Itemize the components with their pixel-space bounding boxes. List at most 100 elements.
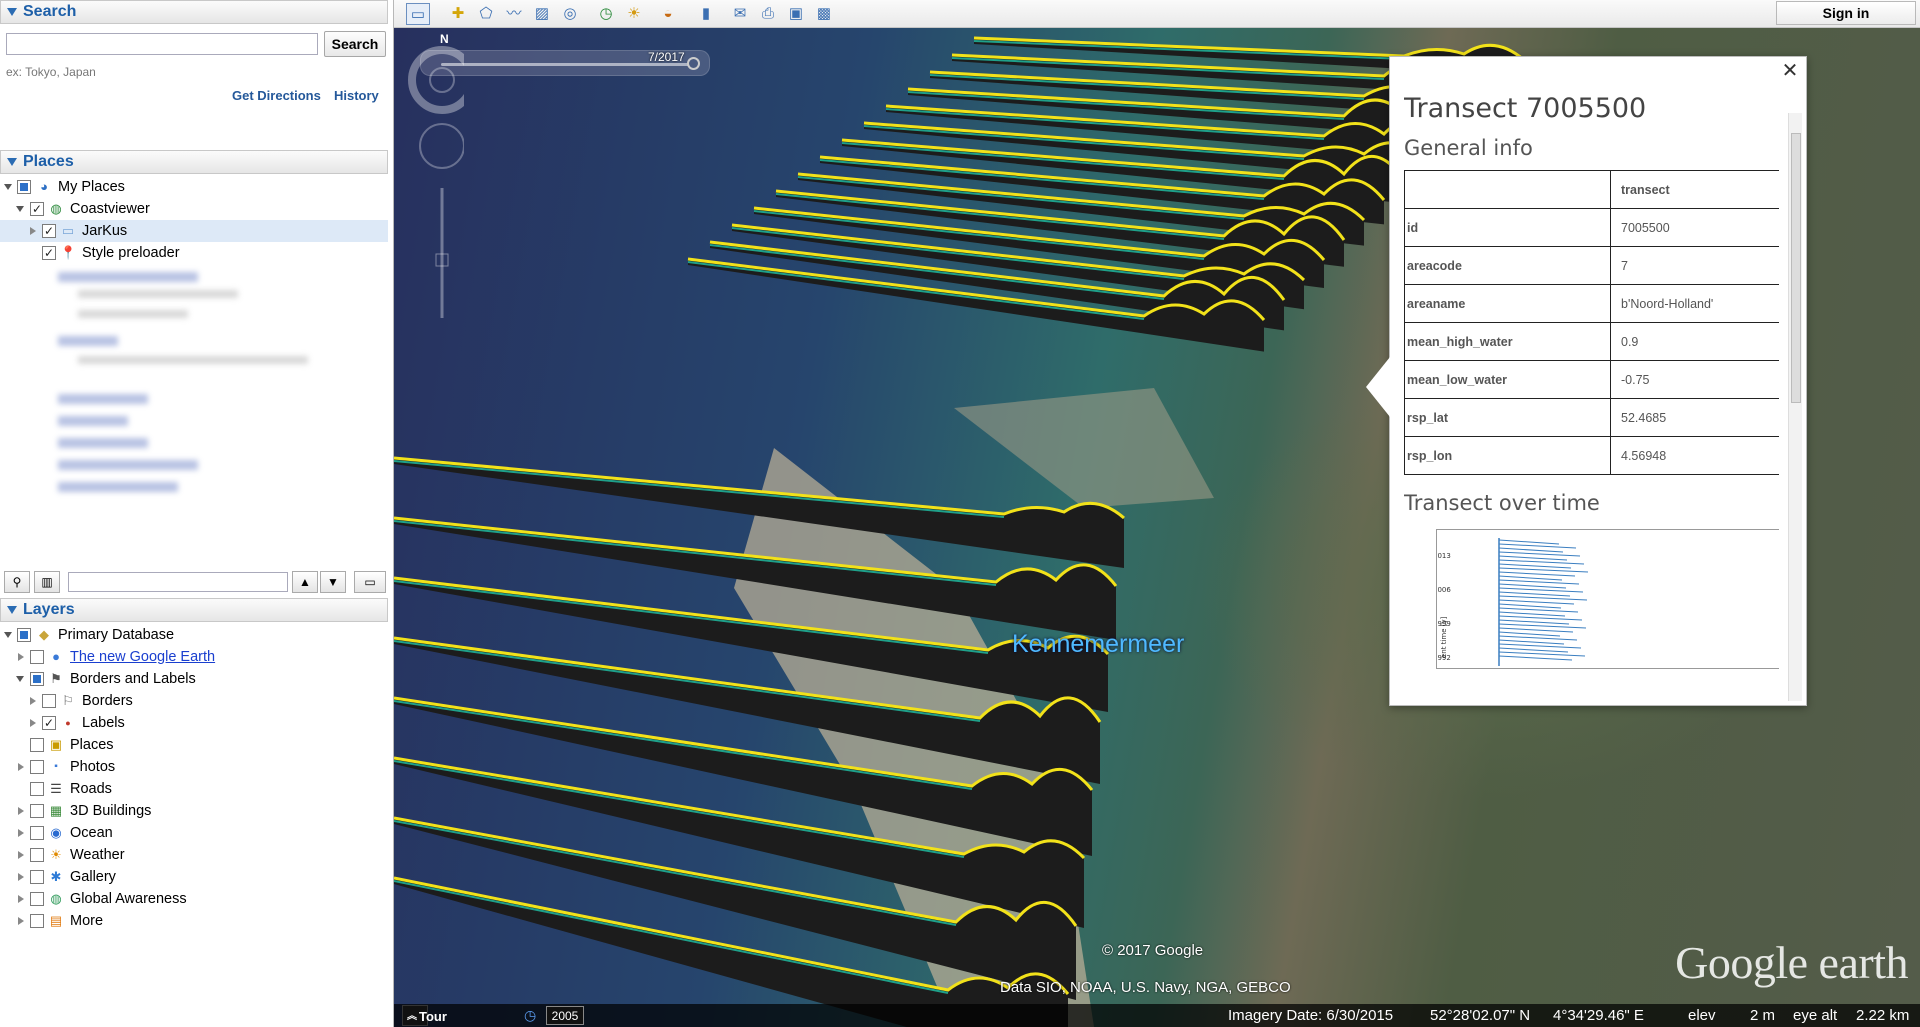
tour-guide-button[interactable]: ︽ Tour Guide [402, 1005, 447, 1026]
expand-icon[interactable] [18, 763, 24, 771]
add-path-button[interactable]: 〰 [502, 3, 526, 25]
checkbox[interactable] [30, 870, 44, 884]
checkbox[interactable] [30, 650, 44, 664]
look-joystick[interactable] [408, 46, 464, 114]
collapse-icon [7, 8, 17, 16]
checkbox[interactable]: ✓ [42, 224, 56, 238]
expand-icon[interactable] [30, 719, 36, 727]
email-button[interactable]: ✉ [728, 3, 752, 25]
expand-icon[interactable] [30, 697, 36, 705]
checkbox[interactable] [30, 672, 44, 686]
checkbox[interactable] [30, 738, 44, 752]
layer-more[interactable]: ▤ More [0, 910, 388, 932]
record-tour-button[interactable]: ◎ [558, 3, 582, 25]
search-places-button[interactable]: ⚲ [4, 571, 30, 593]
places-filter-input[interactable] [68, 572, 288, 592]
layer-gallery[interactable]: ✱ Gallery [0, 866, 388, 888]
expand-icon[interactable] [18, 895, 24, 903]
layer-roads[interactable]: ☰ Roads [0, 778, 388, 800]
historical-imagery-button[interactable]: ◷ [594, 3, 618, 25]
ruler-button[interactable]: ▮ [694, 3, 718, 25]
tree-item-my-places[interactable]: ◕ My Places [0, 176, 388, 198]
balloon-scrollbar[interactable] [1788, 113, 1802, 701]
checkbox[interactable] [30, 782, 44, 796]
row-key: rsp_lat [1404, 398, 1611, 437]
layer-label: Borders and Labels [70, 671, 196, 687]
print-button[interactable]: ⎙ [756, 3, 780, 25]
layer-new-google-earth[interactable]: ● The new Google Earth [0, 646, 388, 668]
time-slider-knob[interactable] [687, 57, 700, 70]
expand-icon[interactable] [18, 917, 24, 925]
expand-icon[interactable] [4, 184, 12, 190]
checkbox[interactable] [30, 804, 44, 818]
search-input[interactable] [6, 33, 318, 55]
expand-icon[interactable] [18, 829, 24, 837]
expand-icon[interactable] [16, 676, 24, 682]
sign-in-button[interactable]: Sign in [1776, 1, 1916, 25]
layer-photos[interactable]: ▪ Photos [0, 756, 388, 778]
scrollbar-thumb[interactable] [1791, 133, 1801, 403]
layers-panel-header[interactable]: Layers [0, 598, 388, 622]
expand-icon[interactable] [18, 873, 24, 881]
layer-3d-buildings[interactable]: ▦ 3D Buildings [0, 800, 388, 822]
checkbox[interactable] [30, 892, 44, 906]
move-down-button[interactable]: ▼ [320, 571, 346, 593]
expand-icon[interactable] [18, 653, 24, 661]
checkbox[interactable] [17, 628, 31, 642]
checkbox[interactable]: ✓ [30, 202, 44, 216]
email-icon: ✉ [733, 5, 747, 22]
layer-label[interactable]: The new Google Earth [70, 646, 215, 668]
sidebar-toggle-button[interactable]: ▭ [406, 3, 430, 25]
checkbox[interactable] [30, 848, 44, 862]
layer-borders[interactable]: ⚐ Borders [0, 690, 388, 712]
expand-icon[interactable] [4, 632, 12, 638]
layer-places[interactable]: ▣ Places [0, 734, 388, 756]
add-placemark-button[interactable]: ✚ [446, 3, 470, 25]
search-icon: ⚲ [12, 575, 22, 589]
checkbox[interactable] [30, 760, 44, 774]
look-joystick-center[interactable] [429, 67, 455, 93]
places-panel-header[interactable]: Places [0, 150, 388, 174]
close-icon[interactable]: ✕ [1780, 61, 1800, 81]
checkbox[interactable]: ✓ [42, 246, 56, 260]
layer-labels[interactable]: ✓ ● Labels [0, 712, 388, 734]
layer-global-awareness[interactable]: ◍ Global Awareness [0, 888, 388, 910]
google-maps-button[interactable]: ▣ [784, 3, 808, 25]
move-up-button[interactable]: ▲ [292, 571, 318, 593]
layer-weather[interactable]: ☀ Weather [0, 844, 388, 866]
expand-icon[interactable] [18, 807, 24, 815]
move-joystick[interactable] [419, 123, 464, 169]
layer-primary-database[interactable]: ◆ Primary Database [0, 624, 388, 646]
layer-borders-labels[interactable]: ⚑ Borders and Labels [0, 668, 388, 690]
tree-item-style-preloader[interactable]: ✓ 📍 Style preloader [0, 242, 388, 264]
search-panel-header[interactable]: Search [0, 0, 388, 24]
history-link[interactable]: History [334, 88, 379, 103]
chart-line [1498, 607, 1579, 613]
navigation-controls[interactable]: N [394, 28, 464, 328]
get-directions-link[interactable]: Get Directions [232, 88, 321, 103]
expand-icon[interactable] [18, 851, 24, 859]
expand-icon[interactable] [16, 206, 24, 212]
table-row: rsp_lat 52.4685 [1404, 398, 1779, 437]
sunlight-button[interactable]: ☀ [622, 3, 646, 25]
place-label[interactable]: Kennemermeer [1012, 630, 1184, 659]
sidebar-toggle-button[interactable]: ▥ [34, 571, 60, 593]
expand-icon[interactable] [30, 227, 36, 235]
checkbox[interactable] [30, 826, 44, 840]
row-key: mean_low_water [1404, 360, 1611, 399]
add-polygon-button[interactable]: ⬠ [474, 3, 498, 25]
save-image-button[interactable]: ▩ [812, 3, 836, 25]
tree-item-jarkus[interactable]: ✓ ▭ JarKus [0, 220, 388, 242]
historical-year[interactable]: 2005 [546, 1006, 584, 1025]
checkbox[interactable]: ✓ [42, 716, 56, 730]
checkbox[interactable] [17, 180, 31, 194]
tree-item-coastviewer[interactable]: ✓ ◍ Coastviewer [0, 198, 388, 220]
layer-ocean[interactable]: ◉ Ocean [0, 822, 388, 844]
add-overlay-button[interactable]: ▨ [530, 3, 554, 25]
balloon-content: Transect 7005500 General info transect i… [1404, 93, 1779, 699]
add-folder-button[interactable]: ▭ [354, 571, 386, 593]
search-button[interactable]: Search [324, 31, 386, 57]
switch-planet-button[interactable]: ◒ [656, 3, 680, 25]
checkbox[interactable] [30, 914, 44, 928]
checkbox[interactable] [42, 694, 56, 708]
